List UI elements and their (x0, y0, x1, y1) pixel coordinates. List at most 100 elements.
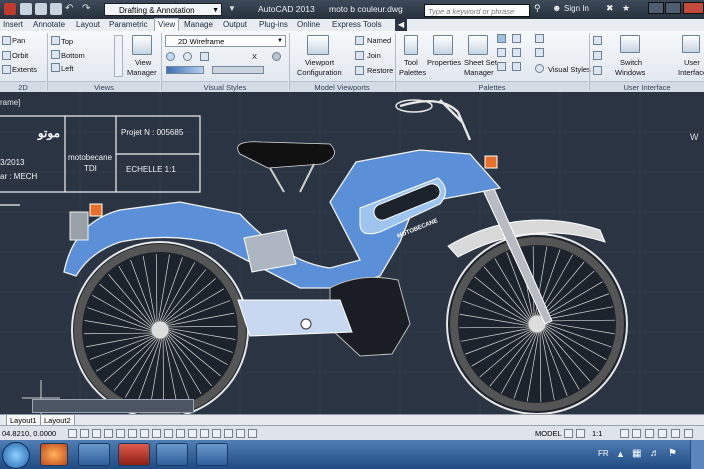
media-icon[interactable] (156, 443, 188, 466)
orbit-button[interactable]: Orbit (12, 51, 28, 60)
visual-styles-button[interactable]: Visual Styles (548, 65, 591, 74)
design-center-icon[interactable] (497, 34, 506, 43)
ui-small-icon-3[interactable] (593, 66, 602, 75)
minimize-button[interactable] (648, 2, 664, 14)
restore-button[interactable]: Restore (367, 66, 393, 75)
opacity-slider[interactable] (166, 66, 204, 74)
lock-icon[interactable] (645, 429, 654, 438)
user-interface-label-2[interactable]: Interface (678, 68, 704, 77)
explorer-icon[interactable] (78, 443, 110, 466)
polar-icon[interactable] (116, 429, 125, 438)
tab-view[interactable]: View (154, 18, 180, 32)
exchange-icon[interactable]: ✖ (606, 3, 614, 14)
tab-annotate[interactable]: Annotate (33, 19, 65, 31)
ducs-icon[interactable] (164, 429, 173, 438)
flag-icon[interactable]: ⚑ (668, 448, 677, 459)
help-icon[interactable]: ★ (622, 3, 630, 14)
ribbon-minimize-icon[interactable]: ◀ (395, 19, 408, 31)
ui-small-icon-2[interactable] (593, 51, 602, 60)
snap-icon[interactable] (80, 429, 89, 438)
sheet-set-label-1[interactable]: Sheet Set (464, 58, 497, 67)
views-scroll[interactable] (114, 35, 123, 77)
markup-icon[interactable] (512, 34, 521, 43)
osnap-icon[interactable] (128, 429, 137, 438)
volume-icon[interactable]: ♬ (650, 448, 660, 459)
command-line[interactable] (32, 399, 194, 413)
isolate-objects-icon[interactable] (671, 429, 680, 438)
ortho-icon[interactable] (104, 429, 113, 438)
lineweight-icon[interactable] (188, 429, 197, 438)
search-input[interactable]: Type a keyword or phrase (424, 4, 530, 17)
tab-express-tools[interactable]: Express Tools (332, 19, 382, 31)
annotation-scale[interactable]: 1:1 (592, 429, 602, 438)
workspace-switching-icon[interactable] (632, 429, 641, 438)
viewport-config-label-1[interactable]: Viewport (305, 58, 334, 67)
properties-button[interactable]: Properties (427, 58, 461, 67)
switch-windows-label-2[interactable]: Windows (615, 68, 645, 77)
quick-view-drawings-icon[interactable] (576, 429, 585, 438)
transparency-icon[interactable] (200, 429, 209, 438)
material-browser-icon[interactable] (535, 48, 544, 57)
autocad-icon[interactable] (118, 443, 150, 466)
shade-icon[interactable] (166, 52, 175, 61)
switch-windows-label-1[interactable]: Switch (620, 58, 642, 67)
shadows-icon[interactable] (183, 52, 192, 61)
workspace-dropdown[interactable]: Drafting & Annotation ▼ (104, 3, 222, 16)
network-icon[interactable]: ▦ (632, 448, 641, 459)
view-manager-label-1[interactable]: View (135, 58, 151, 67)
left-view-button[interactable]: Left (61, 64, 74, 73)
tab-manage[interactable]: Manage (184, 19, 213, 31)
sign-in-link[interactable]: Sign In (564, 4, 589, 13)
command-line-icon[interactable] (497, 48, 506, 57)
language-indicator[interactable]: FR (598, 449, 609, 458)
named-button[interactable]: Named (367, 36, 391, 45)
application-menu-icon[interactable] (4, 3, 16, 15)
model-space-icon[interactable] (248, 429, 257, 438)
clean-screen-icon[interactable] (684, 429, 693, 438)
quickcalc-icon[interactable] (512, 48, 521, 57)
open-file-icon[interactable] (35, 3, 47, 15)
3d-osnap-icon[interactable] (140, 429, 149, 438)
tab-output[interactable]: Output (223, 19, 247, 31)
undo-icon[interactable]: ↶ (65, 3, 77, 15)
dyn-icon[interactable] (176, 429, 185, 438)
annotation-monitor-icon[interactable] (236, 429, 245, 438)
quick-view-layouts-icon[interactable] (564, 429, 573, 438)
tab-plug-ins[interactable]: Plug-ins (259, 19, 288, 31)
paint-icon[interactable] (196, 443, 228, 466)
extents-button[interactable]: Extents (12, 65, 37, 74)
pan-button[interactable]: Pan (12, 36, 25, 45)
sheet-set-label-2[interactable]: Manager (464, 68, 494, 77)
ui-small-icon-1[interactable] (593, 36, 602, 45)
tab-layout[interactable]: Layout (76, 19, 100, 31)
visual-style-dropdown[interactable]: 2D Wireframe ▼ (165, 35, 286, 47)
hardware-acceleration-icon[interactable] (658, 429, 667, 438)
edges-icon[interactable] (200, 52, 209, 61)
user-icon[interactable]: ☻ (552, 3, 561, 13)
show-desktop-button[interactable] (690, 440, 704, 469)
layers-icon[interactable] (512, 62, 521, 71)
close-button[interactable] (683, 2, 704, 14)
join-button[interactable]: Join (367, 51, 381, 60)
selection-cycling-icon[interactable] (224, 429, 233, 438)
viewcube[interactable]: W (690, 132, 704, 158)
redo-icon[interactable]: ↷ (82, 3, 94, 15)
new-file-icon[interactable] (20, 3, 32, 15)
edge-slider[interactable] (212, 66, 264, 74)
top-view-button[interactable]: Top (61, 37, 73, 46)
save-icon[interactable] (50, 3, 62, 15)
drawing-canvas[interactable]: rame] MOTOBECANE موتو 3/2013 ar: MECH m… (0, 92, 704, 414)
start-button[interactable] (2, 442, 30, 469)
dbconnect-icon[interactable] (497, 62, 506, 71)
tab-parametric[interactable]: Parametric (109, 19, 148, 31)
annotation-visibility-icon[interactable] (620, 429, 629, 438)
search-icon[interactable]: ⚲ (534, 3, 541, 14)
model-button[interactable]: MODEL (535, 429, 562, 438)
maximize-button[interactable] (665, 2, 681, 14)
viewport-config-label-2[interactable]: Configuration (297, 68, 342, 77)
tab-insert[interactable]: Insert (3, 19, 23, 31)
quick-access-more-icon[interactable]: ▼ (228, 4, 236, 13)
user-interface-label-1[interactable]: User (684, 58, 700, 67)
material-icon[interactable] (272, 52, 281, 61)
tool-palettes-label-1[interactable]: Tool (404, 58, 418, 67)
